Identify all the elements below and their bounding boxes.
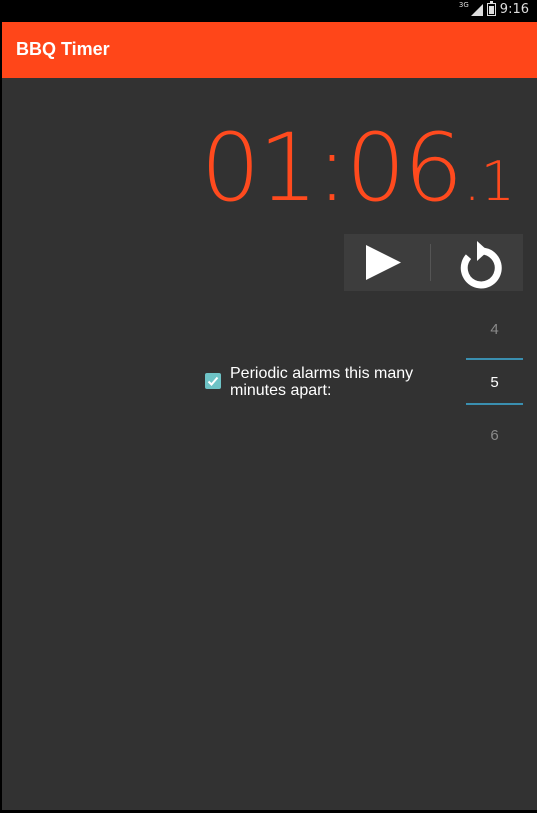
network-type-label: 3G [458, 0, 469, 9]
reset-button[interactable] [437, 234, 523, 291]
timer-controls [344, 234, 523, 291]
main-content: 01:06.1 Periodic alarms this many minute… [2, 78, 537, 810]
reset-icon [460, 241, 502, 289]
picker-divider-top [466, 358, 523, 360]
picker-next-value[interactable]: 6 [466, 427, 523, 444]
picker-previous-value[interactable]: 4 [466, 321, 523, 338]
timer-display: 01:06.1 [201, 114, 515, 223]
picker-divider-bottom [466, 403, 523, 405]
app-bar: BBQ Timer [2, 22, 537, 78]
play-icon [366, 245, 401, 280]
battery-icon [486, 1, 496, 16]
periodic-alarm-checkbox[interactable] [205, 373, 221, 389]
signal-icon [470, 3, 483, 16]
play-button[interactable] [344, 234, 430, 291]
timer-minutes-seconds: 01:06 [200, 114, 464, 223]
clock: 9:16 [499, 2, 529, 17]
app-title: BBQ Timer [16, 39, 110, 59]
status-bar: 3G 9:16 [0, 0, 537, 22]
status-icons: 3G 9:16 [458, 0, 529, 18]
check-icon [207, 376, 219, 386]
periodic-alarm-row: Periodic alarms this many minutes apart: [205, 365, 440, 399]
periodic-alarm-label: Periodic alarms this many minutes apart: [230, 365, 414, 399]
minutes-picker[interactable]: 4 5 6 [466, 308, 523, 458]
timer-tenths: .1 [463, 150, 515, 213]
picker-current-value[interactable]: 5 [466, 374, 523, 391]
controls-divider [430, 244, 431, 281]
